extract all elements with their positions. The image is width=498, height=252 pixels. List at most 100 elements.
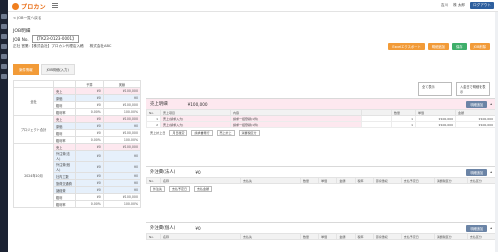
col-amount: 金額 [336, 177, 356, 184]
col-no: No. [146, 177, 161, 184]
sales-row-price[interactable]: ¥100,000 [415, 121, 456, 128]
table-row[interactable]: 2 売上(請求入力) 請求一括登録(1件) 1 ¥100,000 ¥100,00… [146, 121, 496, 128]
breadcrumb[interactable]: < JOB一覧へ戻る [13, 16, 41, 21]
outsource-ind-add-button[interactable]: 明細追加 [466, 224, 488, 232]
delete-job-button[interactable]: JOB削除 [469, 43, 490, 50]
job-number-line: JOB No. 【TK23-0123-0001】 [13, 35, 80, 43]
summary-group-label: プロジェクト合計 [13, 115, 54, 144]
summary-actual-value: ¥0 [102, 161, 142, 173]
col-vendor: 支払先 [240, 233, 301, 240]
summary-header-blank-2 [53, 80, 76, 88]
col-pay-type: 支払区分 [466, 233, 497, 240]
summary-row-label: 粗利率 [53, 200, 76, 208]
summary-row: プロジェクト合計 売上 ¥0 ¥100,000 [13, 115, 142, 144]
summary-actual-value: ¥100,000 [102, 129, 142, 137]
menu-toggle-icon[interactable] [52, 3, 58, 8]
job-info: 正社 営業:【株式会社】プロカン代理店入稿 株式会社ABC [13, 44, 111, 49]
summary-budget-value: ¥0 [75, 172, 104, 180]
addbar-amount-select[interactable]: 支払金額 [194, 185, 213, 192]
summary-budget-value: ¥0 [75, 122, 104, 130]
user-name[interactable]: 吉川 [441, 3, 448, 8]
col-pay-date: 支払予定日 [400, 233, 435, 240]
summary-budget-value: ¥0 [75, 94, 104, 102]
action-buttons: Excelエクスポート 明細追加 保存 JOB削除 [388, 43, 490, 50]
sales-add-button[interactable]: 明細追加 [466, 100, 488, 108]
col-price: 単価 [318, 177, 338, 184]
chevron-up-icon[interactable]: ▴ [490, 226, 492, 230]
sales-panel-title: 売上明細 [150, 102, 168, 107]
col-qty: 数量 [299, 177, 320, 184]
sales-row-blank [361, 121, 392, 128]
addbar-select-1[interactable]: 月日確定 [169, 129, 188, 136]
summary-row-label: 粗利 [53, 101, 76, 109]
summary-group-label: 2024年10月 [13, 143, 54, 208]
sales-table: No. 売上項目 内容 数量 単価 金額 1 売上(請求入力) 請求一括登録(1… [146, 109, 496, 128]
outsource-corp-add-button[interactable]: 明細追加 [466, 168, 488, 176]
save-button[interactable]: 保存 [451, 43, 467, 50]
settings-icon[interactable] [1, 74, 7, 79]
summary-budget-value: ¥0 [75, 150, 104, 162]
outsource-ind-panel: 外注費(個人) ¥0 明細追加 ▴ No. 名称 支払先 数量 単価 金額 税率… [146, 222, 497, 240]
job-label: JOB No. [13, 36, 29, 42]
main-app: プロカン 吉川 株 太郎 ログアウト < JOB一覧へ戻る JOB明細 JOB … [8, 0, 498, 252]
add-detail-button[interactable]: 明細追加 [427, 43, 449, 50]
top-bar: プロカン 吉川 株 太郎 ログアウト [8, 0, 498, 12]
summary-budget-value: ¥0 [75, 101, 104, 109]
excel-export-button[interactable]: Excelエクスポート [388, 43, 425, 50]
summary-row-label: 粗利 [53, 193, 76, 201]
summary-actual-value: ¥0 [102, 172, 142, 180]
company-name[interactable]: 株 太郎 [453, 3, 465, 8]
col-tax: 税率 [354, 177, 374, 184]
addbar-select-2[interactable]: 請求書発行 [191, 129, 213, 136]
col-tax-type: 消費税区分 [433, 177, 468, 184]
job-number: 【TK23-0123-0001】 [31, 35, 80, 43]
tab-project-info[interactable]: 案件情報 [13, 64, 39, 75]
document-icon[interactable] [1, 54, 7, 59]
tab-job-detail-input[interactable]: JOB明細(入力) [40, 64, 75, 75]
user-icon[interactable] [1, 64, 7, 69]
home-icon[interactable] [1, 14, 7, 19]
user-area: 吉川 株 太郎 ログアウト [441, 2, 494, 9]
col-vendor: 支払先 [240, 177, 301, 184]
addbar-paydate-select[interactable]: 支払予定日 [169, 185, 191, 192]
left-sidebar [0, 0, 8, 252]
chevron-up-icon[interactable]: ▴ [490, 102, 492, 106]
date-filter-select[interactable]: 入金日で明細を表示 [456, 82, 490, 96]
sales-row-item[interactable]: 売上(請求入力) [160, 121, 231, 128]
logo-text: プロカン [21, 3, 46, 11]
addbar-select-3[interactable]: 売上計上 [216, 129, 235, 136]
summary-row-label: 売上 [53, 87, 76, 95]
calendar-icon[interactable] [1, 34, 7, 39]
summary-row-label: 旅費交通費 [53, 179, 76, 187]
addbar-vendor-select[interactable]: 外注先 [150, 185, 166, 192]
summary-row-label: 外注費(法人) [53, 150, 76, 162]
logo[interactable]: プロカン [12, 2, 46, 11]
summary-header-actual: 実績 [102, 80, 142, 88]
summary-budget-value: ¥0 [75, 115, 104, 123]
outsource-corp-header: 外注費(法人) ¥0 明細追加 ▴ [146, 167, 496, 177]
summary-row-label: 売上 [53, 143, 76, 151]
outsource-ind-header: 外注費(個人) ¥0 明細追加 ▴ [146, 223, 496, 233]
page-title: JOB明細 [13, 29, 31, 34]
summary-actual-value: ¥0 [102, 150, 142, 162]
summary-row: 全社 売上 ¥0 ¥100,000 [13, 87, 142, 116]
summary-actual-value: ¥100,000 [102, 143, 142, 151]
sales-row-content[interactable]: 請求一括登録(1件) [230, 121, 362, 128]
summary-actual-value: 100.00% [102, 200, 142, 208]
col-amount: 金額 [336, 233, 356, 240]
tabs: 案件情報 JOB明細(入力) [13, 64, 75, 75]
sales-row-qty[interactable]: 1 [391, 121, 416, 128]
col-name: 名称 [160, 177, 241, 184]
summary-table: 予算 実績 全社 売上 ¥0 ¥100,000 原価 ¥0 ¥0 粗利 ¥0 ¥100,000 粗利… [13, 80, 142, 208]
list-icon[interactable] [1, 24, 7, 29]
display-filter-select[interactable]: 全て表示 [418, 82, 452, 96]
job-owner: 正社 営業:【株式会社】プロカン代理店入稿 [13, 44, 84, 48]
summary-row-label: 原価 [53, 122, 76, 130]
summary-budget-value: ¥0 [75, 179, 104, 187]
summary-actual-value: ¥100,000 [102, 115, 142, 123]
chevron-up-icon[interactable]: ▴ [490, 170, 492, 174]
logout-button[interactable]: ログアウト [470, 2, 494, 9]
col-tax: 税率 [354, 233, 374, 240]
chart-icon[interactable] [1, 44, 7, 49]
addbar-select-4[interactable]: 消費税区分 [238, 129, 260, 136]
